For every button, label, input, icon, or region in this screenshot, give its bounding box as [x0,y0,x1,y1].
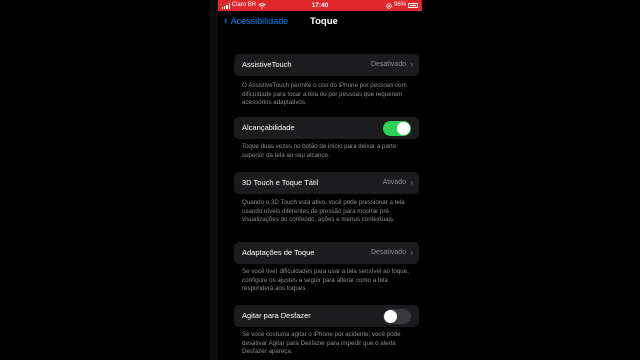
3d-touch-row[interactable]: 3D Touch e Toque Tátil Ativado › [234,172,419,194]
back-button[interactable]: ‹ Acessibilidade [224,14,289,27]
touch-accommodations-row[interactable]: Adaptações de Toque Desativado › [234,242,419,264]
reachability-toggle[interactable] [383,120,411,136]
row-value: Desativado [370,61,406,68]
rotation-lock-icon [386,2,392,9]
toggle-knob [384,309,397,323]
touch-accommodations-footer: Se você tiver dificuldades para usar a t… [242,268,409,292]
chevron-right-icon: › [410,60,413,69]
shake-to-undo-row: Agitar para Desfazer [234,305,419,327]
battery-percent: 96% [393,2,406,8]
row-value: Desativado [370,249,406,256]
phone-screen: Claro BR 17:40 96% ‹ Acessibilidade Toqu… [218,0,422,360]
toggle-knob [397,121,410,135]
shake-to-undo-footer: Se você costuma agitar o iPhone por acid… [242,331,401,355]
chevron-right-icon: › [410,178,413,187]
back-label: Acessibilidade [230,16,289,26]
row-label: Alcançabilidade [242,123,295,132]
chevron-right-icon: › [410,248,413,257]
status-bar: Claro BR 17:40 96% [218,0,422,11]
row-label: 3D Touch e Toque Tátil [242,178,319,187]
row-label: Adaptações de Toque [242,248,315,257]
previous-screen-strip [210,0,218,360]
battery-icon [408,3,418,8]
3d-touch-footer: Quando o 3D Touch está ativo, você pode … [242,199,405,223]
row-label: Agitar para Desfazer [242,311,311,320]
reachability-row: Alcançabilidade [234,117,419,139]
row-label: AssistiveTouch [242,60,292,69]
chevron-left-icon: ‹ [224,14,228,27]
assistivetouch-row[interactable]: AssistiveTouch Desativado › [234,54,419,76]
assistivetouch-footer: O AssistiveTouch permite o uso do iPhone… [242,82,407,106]
row-value: Ativado [382,179,406,186]
page-title: Toque [310,16,338,27]
navigation-bar: ‹ Acessibilidade Toque [218,11,422,35]
shake-to-undo-toggle[interactable] [383,308,411,324]
reachability-footer: Toque duas vezes no botão de início para… [242,143,397,159]
